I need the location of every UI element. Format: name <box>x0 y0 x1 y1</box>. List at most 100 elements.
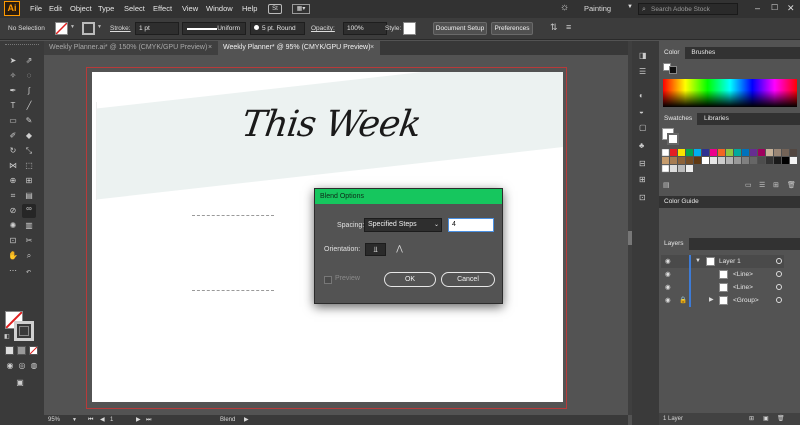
chevron-right-icon[interactable]: ▶ <box>709 294 714 307</box>
cancel-button[interactable]: Cancel <box>441 272 495 287</box>
eraser-icon[interactable]: ◆ <box>24 131 34 141</box>
chevron-down-icon[interactable]: ▼ <box>72 415 77 425</box>
rotate-tool-icon[interactable]: ↻ <box>8 146 18 156</box>
tab-layers[interactable]: Layers <box>659 238 689 250</box>
tab-weekly-planner[interactable]: Weekly Planner* @ 95% (CMYK/GPU Preview)… <box>218 41 380 55</box>
close-icon[interactable]: × <box>208 41 212 55</box>
type-tool-icon[interactable]: T <box>8 101 18 111</box>
zoom-level[interactable]: 95% <box>48 415 60 425</box>
edit-toolbar-icon[interactable]: ⋯ <box>8 266 18 276</box>
column-graph-icon[interactable]: ▥ <box>24 221 34 231</box>
prev-artboard-icon[interactable]: ◀ <box>100 415 105 425</box>
menu-edit[interactable]: Edit <box>49 0 62 18</box>
draw-inside-icon[interactable]: ◍ <box>29 361 39 371</box>
layer-row-line-1[interactable]: ◉ <Line> <box>661 268 784 281</box>
status-menu-icon[interactable]: ▶ <box>244 415 249 425</box>
variable-width-profile[interactable]: Uniform <box>182 22 246 35</box>
stroke-panel-icon[interactable]: ☰ <box>639 67 646 76</box>
shape-builder-icon[interactable]: ⊕ <box>8 176 18 186</box>
panel-menu-icon[interactable]: ≡ <box>566 22 571 32</box>
pathfinder-icon[interactable]: ⊞ <box>639 175 646 184</box>
swatch-options-icon[interactable]: ☰ <box>759 181 765 189</box>
symbol-sprayer-icon[interactable]: ✺ <box>8 221 18 231</box>
properties-icon[interactable]: ◨ <box>639 51 647 60</box>
gradient-tool-icon[interactable]: ▤ <box>24 191 34 201</box>
artboard-number[interactable]: 1 <box>110 415 113 425</box>
shaper-tool-icon[interactable]: ✐ <box>8 131 18 141</box>
menu-select[interactable]: Select <box>124 0 145 18</box>
swatch-libraries-icon[interactable]: ▤ <box>663 181 670 189</box>
stock-search[interactable]: ⌕ Search Adobe Stock <box>638 3 738 15</box>
arrange-icon[interactable]: ▦▾ <box>292 4 310 14</box>
direct-selection-tool-icon[interactable]: ⇗ <box>24 56 34 66</box>
eye-icon[interactable]: ◉ <box>665 281 671 294</box>
curvature-tool-icon[interactable]: ∫ <box>24 86 34 96</box>
target-icon[interactable] <box>776 271 782 277</box>
tab-weekly-planner-ai[interactable]: Weekly Planner.ai* @ 150% (CMYK/GPU Prev… <box>44 41 218 55</box>
lock-icon[interactable]: 🔒 <box>679 294 687 307</box>
selection-tool-icon[interactable]: ➤ <box>8 56 18 66</box>
default-colors-icon[interactable]: ◧ <box>4 333 10 340</box>
layer-name[interactable]: <Group> <box>733 294 759 307</box>
artboard-tool-icon[interactable]: ⊡ <box>8 236 18 246</box>
align-to-page-icon[interactable]: ⫫ <box>365 243 386 256</box>
eyedropper-icon[interactable]: ⊘ <box>8 206 18 216</box>
preferences-button[interactable]: Preferences <box>491 22 533 35</box>
scale-tool-icon[interactable]: ⤡ <box>24 146 34 156</box>
brush-definition[interactable]: 5 pt. Round <box>250 22 305 35</box>
layer-row-group[interactable]: ◉ 🔒 ▶ <Group> <box>661 294 784 307</box>
first-artboard-icon[interactable]: ⏮ <box>88 415 93 425</box>
delete-layer-icon[interactable]: 🗑 <box>777 413 785 425</box>
new-swatch-icon[interactable]: ⊞ <box>773 181 779 189</box>
magic-wand-icon[interactable]: ✧ <box>8 71 18 81</box>
eye-icon[interactable]: ◉ <box>665 268 671 281</box>
none-mode-icon[interactable] <box>29 346 38 355</box>
opacity-field[interactable]: 100% <box>343 22 387 35</box>
menu-window[interactable]: Window <box>206 0 233 18</box>
new-swatch-group-icon[interactable]: ▭ <box>745 181 752 189</box>
slice-tool-icon[interactable]: ✂ <box>24 236 34 246</box>
stroke-label[interactable]: Stroke: <box>110 23 131 34</box>
layer-row-line-2[interactable]: ◉ <Line> <box>661 281 784 294</box>
style-swatch[interactable] <box>403 22 416 35</box>
draw-normal-icon[interactable]: ◉ <box>5 361 15 371</box>
hand-tool-icon[interactable]: ✋ <box>8 251 18 261</box>
new-layer-icon[interactable]: ⊞ <box>749 413 754 425</box>
delete-swatch-icon[interactable]: 🗑 <box>787 181 796 189</box>
target-icon[interactable] <box>776 284 782 290</box>
zoom-tool-icon[interactable]: ⌕ <box>24 251 34 261</box>
stock-icon[interactable]: St <box>268 4 282 14</box>
color-stroke-icon[interactable] <box>669 66 677 74</box>
arrange-docs-icon[interactable]: ⇅ <box>550 22 558 33</box>
steps-input[interactable]: 4 <box>448 218 494 232</box>
paintbrush-icon[interactable]: ✎ <box>24 116 34 126</box>
dialog-title[interactable]: Blend Options <box>315 189 502 204</box>
new-sublayer-icon[interactable]: ▣ <box>763 413 769 425</box>
workspace-switcher[interactable]: Painting <box>584 0 611 18</box>
spacing-select[interactable]: Specified Steps ⌄ <box>364 218 442 232</box>
menu-help[interactable]: Help <box>242 0 257 18</box>
draw-behind-icon[interactable]: ◎ <box>17 361 27 371</box>
chevron-down-icon[interactable]: ▼ <box>97 24 102 30</box>
menu-type[interactable]: Type <box>98 0 114 18</box>
fill-swatch[interactable] <box>55 22 68 35</box>
width-tool-icon[interactable]: ⋈ <box>8 161 18 171</box>
close-icon[interactable]: × <box>370 41 374 55</box>
line-tool-icon[interactable]: ╱ <box>24 101 34 111</box>
appearance-icon[interactable]: ◒ <box>639 107 644 116</box>
document-setup-button[interactable]: Document Setup <box>433 22 487 35</box>
layer-row-layer-1[interactable]: ◉ ▼ Layer 1 <box>661 255 784 268</box>
target-icon[interactable] <box>776 297 782 303</box>
menu-file[interactable]: File <box>30 0 42 18</box>
color-mode-icon[interactable] <box>5 346 14 355</box>
chevron-down-icon[interactable]: ▼ <box>695 255 701 268</box>
color-spectrum[interactable] <box>663 79 797 107</box>
menu-effect[interactable]: Effect <box>153 0 172 18</box>
tab-libraries[interactable]: Libraries <box>699 115 734 122</box>
layer-name[interactable]: <Line> <box>733 281 753 294</box>
preview-checkbox[interactable] <box>324 276 332 284</box>
eye-icon[interactable]: ◉ <box>665 294 671 307</box>
search-input[interactable]: Search Adobe Stock <box>651 4 710 15</box>
eye-icon[interactable]: ◉ <box>665 255 671 268</box>
symbols-icon[interactable]: ♣ <box>639 141 644 150</box>
